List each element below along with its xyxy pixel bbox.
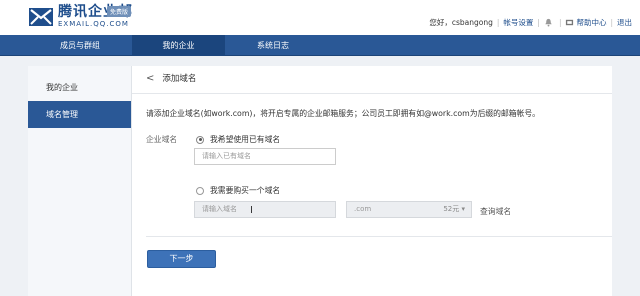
help-center-link[interactable]: 帮助中心 xyxy=(576,17,606,28)
tld-price-wrap: 52元 ▾ xyxy=(443,205,465,213)
query-domain-link[interactable]: 查询域名 xyxy=(480,206,511,217)
divider: | xyxy=(496,18,500,27)
option-buy-label: 我需要购买一个域名 xyxy=(210,186,281,195)
greeting-text: 您好，csbangong xyxy=(429,18,493,27)
radio-unchecked-icon[interactable] xyxy=(196,186,204,195)
back-chevron-icon[interactable]: < xyxy=(146,73,154,84)
tld-price: 52元 xyxy=(443,205,460,213)
top-header: 腾讯企业邮 EXMAIL.QQ.COM 免费版 您好，csbangong | 帐… xyxy=(0,0,640,35)
logo-domain: EXMAIL.QQ.COM xyxy=(58,20,129,28)
nav-tab-my-company[interactable]: 我的企业 xyxy=(132,35,225,56)
edition-badge: 免费版 xyxy=(107,6,132,17)
sidebar-item-my-company[interactable]: 我的企业 xyxy=(28,74,131,101)
text-cursor-icon: I xyxy=(250,205,253,216)
nav-tab-members[interactable]: 成员与群组 xyxy=(28,35,132,56)
divider: | xyxy=(537,18,540,27)
divider xyxy=(132,93,612,94)
nav-tab-system-log[interactable]: 系统日志 xyxy=(225,35,321,56)
divider: | xyxy=(558,18,562,27)
main-panel: < 添加域名 请添加企业域名(如work.com)，将开启专属的企业邮箱服务；公… xyxy=(132,66,612,296)
divider: | xyxy=(610,18,613,27)
next-step-button[interactable]: 下一步 xyxy=(147,250,216,268)
sidebar: 我的企业 域名管理 xyxy=(28,66,132,296)
domain-field-label: 企业域名 xyxy=(146,135,178,144)
logo-envelope-icon xyxy=(29,8,53,26)
bell-icon[interactable] xyxy=(544,18,553,27)
existing-domain-input[interactable]: 请输入已有域名 xyxy=(194,148,336,165)
account-settings-link[interactable]: 帐号设置 xyxy=(503,17,533,28)
page-title: 添加域名 xyxy=(162,74,197,84)
option-buy-domain[interactable]: 我需要购买一个域名 xyxy=(196,185,280,196)
buy-domain-input[interactable]: 请输入域名 xyxy=(194,201,336,218)
page-header: < 添加域名 xyxy=(146,72,197,85)
tld-select[interactable]: .com 52元 ▾ xyxy=(346,201,472,218)
help-icon xyxy=(566,19,574,26)
option-existing-domain[interactable]: 我希望使用已有域名 xyxy=(196,134,280,145)
logout-link[interactable]: 退出 xyxy=(617,17,632,28)
user-toolbar: 您好，csbangong | 帐号设置 | | 帮助中心 | 退出 xyxy=(429,17,632,28)
option-existing-label: 我希望使用已有域名 xyxy=(210,135,281,144)
description-text: 请添加企业域名(如work.com)，将开启专属的企业邮箱服务；公司员工即拥有如… xyxy=(146,109,540,118)
sidebar-item-domain-management[interactable]: 域名管理 xyxy=(28,101,131,128)
main-nav: 成员与群组 我的企业 系统日志 xyxy=(0,35,640,56)
radio-checked-icon[interactable] xyxy=(196,135,204,144)
tld-value: .com xyxy=(354,205,372,213)
divider xyxy=(146,236,612,237)
